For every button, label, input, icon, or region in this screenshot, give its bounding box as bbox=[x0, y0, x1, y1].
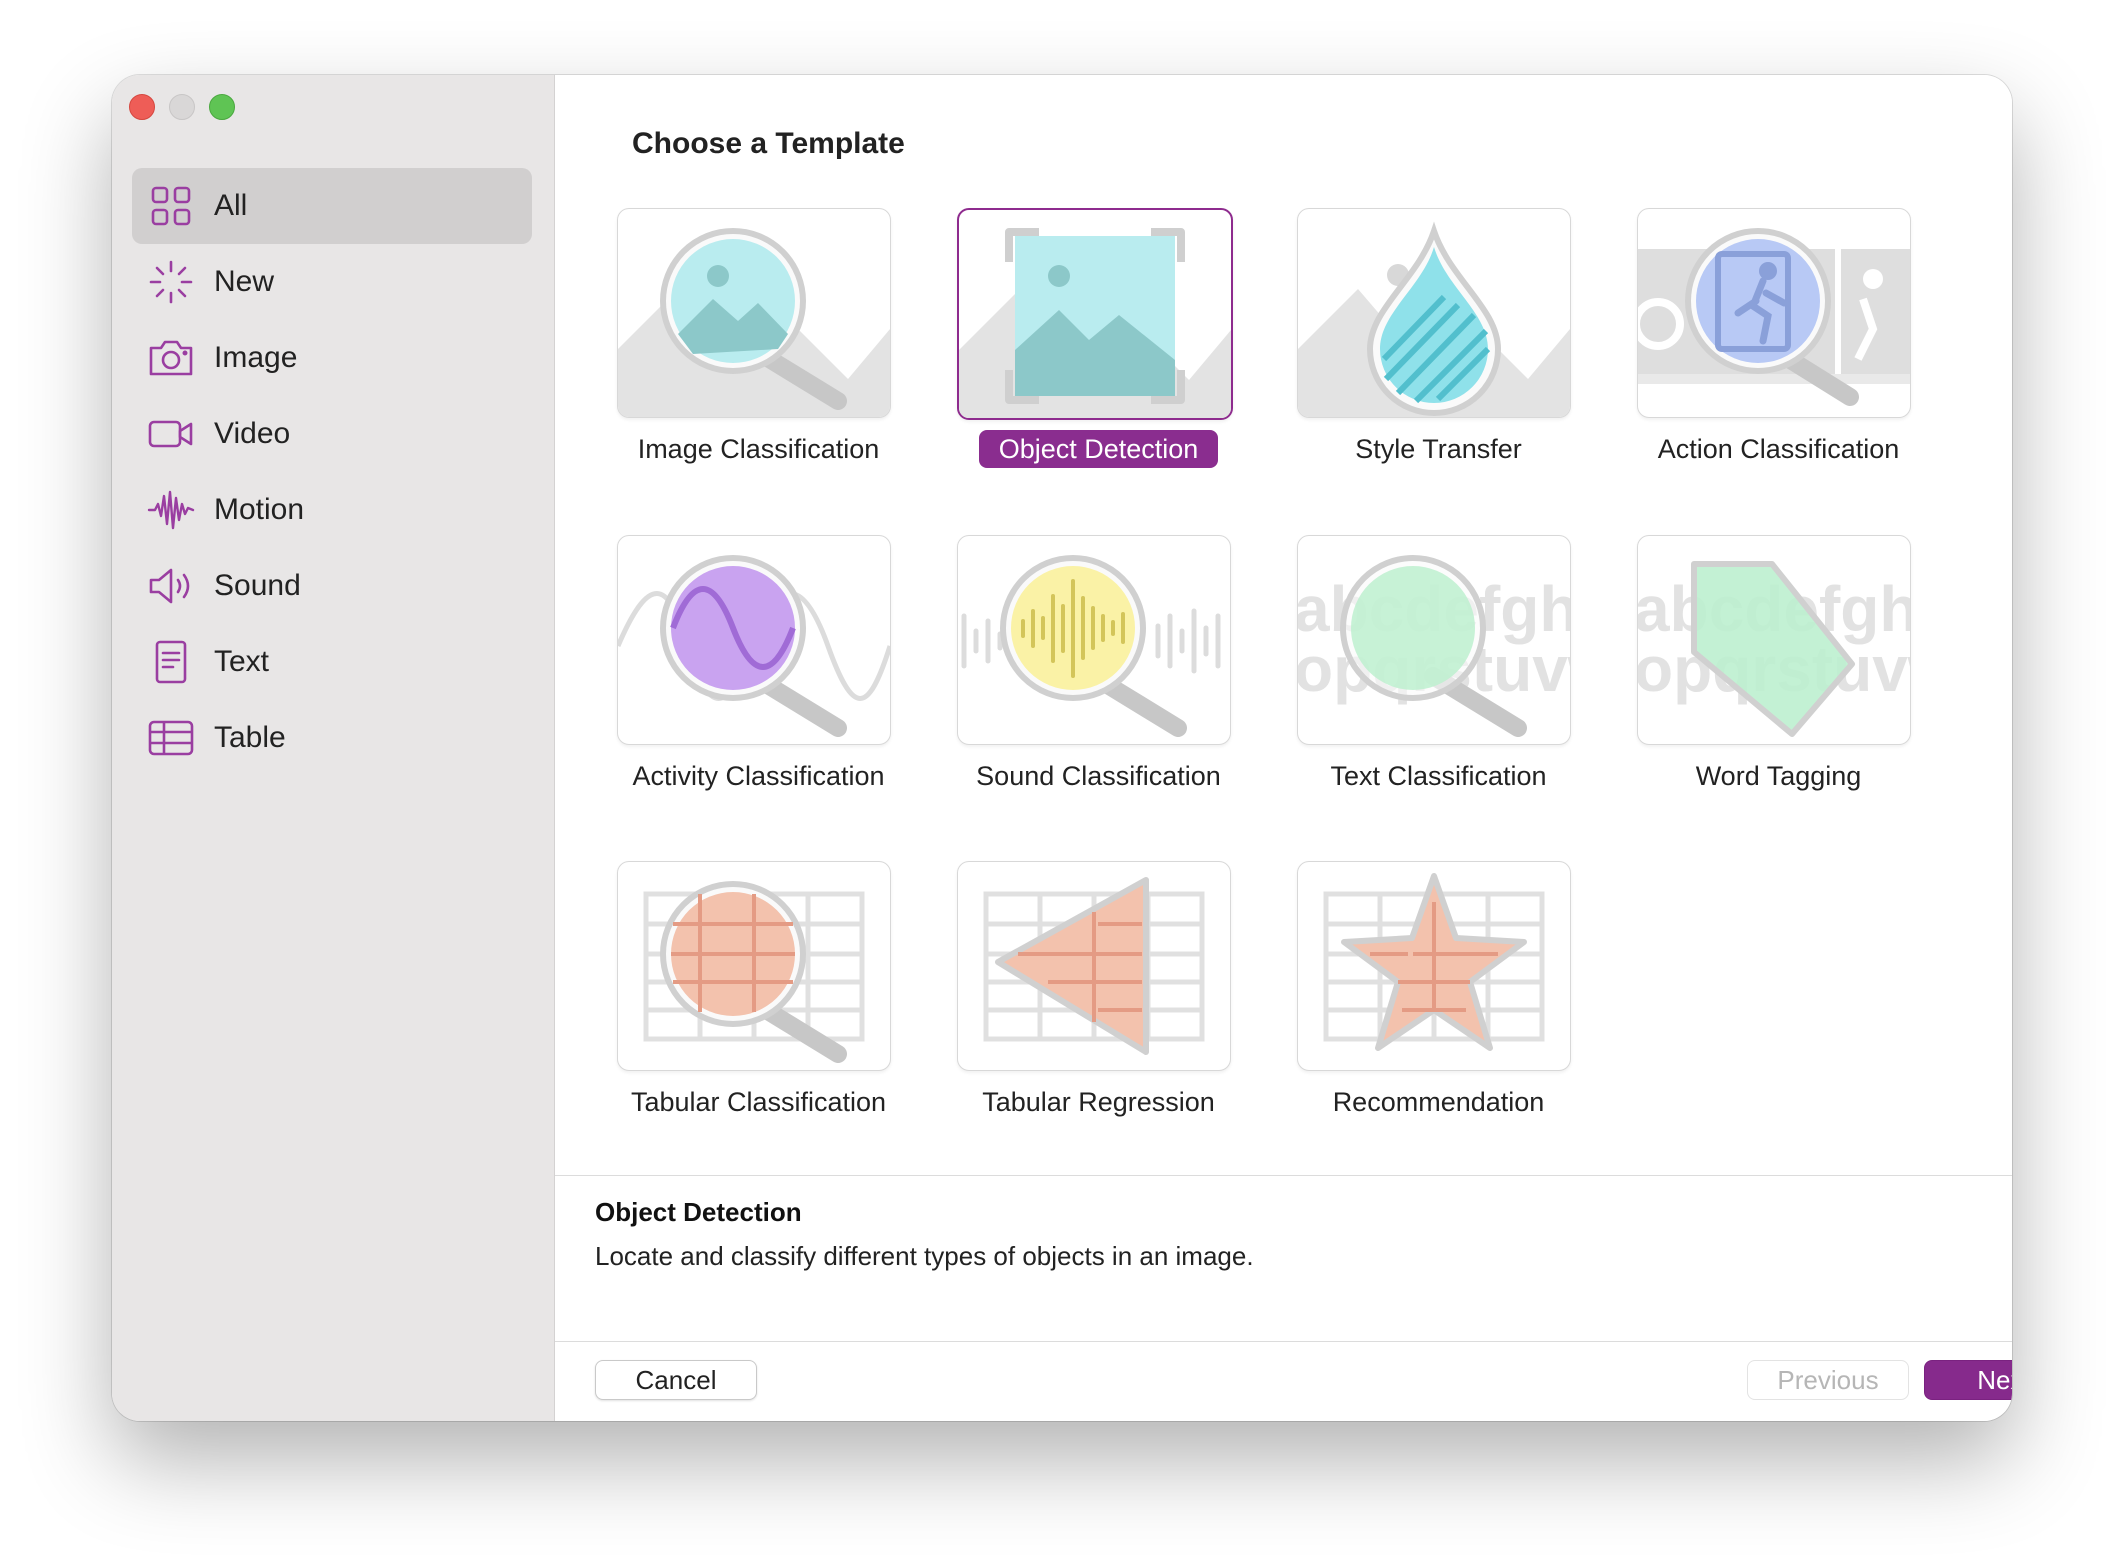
description-text: Locate and classify different types of o… bbox=[595, 1241, 1254, 1271]
template-label: Action Classification bbox=[1657, 434, 1900, 464]
template-label: Tabular Classification bbox=[630, 1087, 887, 1117]
sidebar: All New Image Video Motion Sound Text Ta… bbox=[112, 75, 555, 1421]
template-label: Tabular Regression bbox=[982, 1087, 1215, 1117]
sidebar-item-new[interactable]: New bbox=[132, 244, 532, 320]
template-label: Word Tagging bbox=[1695, 761, 1862, 791]
sidebar-item-motion[interactable]: Motion bbox=[132, 472, 532, 548]
previous-button[interactable]: Previous bbox=[1747, 1360, 1909, 1400]
sidebar-item-label: All bbox=[214, 189, 248, 222]
cancel-button[interactable]: Cancel bbox=[595, 1360, 757, 1400]
sidebar-item-label: Table bbox=[214, 721, 286, 754]
text-magnifier-icon: abcdefghi opqrstuvw bbox=[1298, 555, 1570, 737]
sidebar-item-all[interactable]: All bbox=[132, 168, 532, 244]
template-label: Object Detection bbox=[978, 430, 1219, 468]
video-camera-icon bbox=[146, 409, 196, 459]
sidebar-item-video[interactable]: Video bbox=[132, 396, 532, 472]
sparkle-icon bbox=[146, 257, 196, 307]
template-label: Style Transfer bbox=[1355, 434, 1522, 464]
template-activity-classification[interactable]: Activity Classification bbox=[555, 535, 900, 835]
template-tabular-regression[interactable]: Tabular Regression bbox=[895, 861, 1240, 1161]
description-title: Object Detection bbox=[595, 1197, 802, 1227]
template-object-detection[interactable]: Object Detection bbox=[895, 208, 1240, 508]
table-icon bbox=[146, 713, 196, 763]
table-triangle-icon bbox=[983, 877, 1205, 1055]
next-button[interactable]: Next bbox=[1924, 1360, 2012, 1400]
running-figure-magnifier-icon bbox=[1638, 228, 1910, 406]
template-word-tagging[interactable]: abcdefghi opqrstuvw Word Tagging bbox=[1575, 535, 1920, 835]
template-tabular-classification[interactable]: Tabular Classification bbox=[555, 861, 900, 1161]
template-action-classification[interactable]: Action Classification bbox=[1575, 208, 1920, 508]
main-panel: Choose a Template Image Classification O… bbox=[555, 75, 2012, 1421]
page-title: Choose a Template bbox=[632, 127, 905, 160]
sidebar-item-text[interactable]: Text bbox=[132, 624, 532, 700]
sidebar-item-label: Sound bbox=[214, 569, 301, 602]
sidebar-item-image[interactable]: Image bbox=[132, 320, 532, 396]
template-sound-classification[interactable]: Sound Classification bbox=[895, 535, 1240, 835]
template-recommendation[interactable]: Recommendation bbox=[1235, 861, 1580, 1161]
grid-icon bbox=[146, 181, 196, 231]
template-label: Recommendation bbox=[1332, 1087, 1545, 1117]
table-magnifier-icon bbox=[643, 881, 865, 1063]
camera-icon bbox=[146, 333, 196, 383]
sidebar-item-label: New bbox=[214, 265, 275, 298]
template-chooser-window: All New Image Video Motion Sound Text Ta… bbox=[112, 75, 2012, 1421]
waveform-icon bbox=[146, 485, 196, 535]
sidebar-item-label: Text bbox=[214, 645, 270, 678]
image-bracket-icon bbox=[959, 228, 1231, 418]
sidebar-item-sound[interactable]: Sound bbox=[132, 548, 532, 624]
document-icon bbox=[146, 637, 196, 687]
template-image-classification[interactable]: Image Classification bbox=[555, 208, 900, 508]
audio-magnifier-icon bbox=[961, 555, 1221, 737]
template-label: Sound Classification bbox=[976, 761, 1221, 791]
speaker-icon bbox=[146, 561, 196, 611]
sidebar-item-label: Video bbox=[214, 417, 291, 450]
zoom-window-button[interactable] bbox=[209, 94, 235, 120]
sine-wave-magnifier-icon bbox=[618, 555, 890, 737]
template-label: Activity Classification bbox=[632, 761, 885, 791]
image-magnifier-icon bbox=[618, 228, 890, 417]
table-star-icon bbox=[1323, 873, 1545, 1051]
divider bbox=[555, 1175, 2012, 1176]
template-label: Image Classification bbox=[637, 434, 880, 464]
divider bbox=[555, 1341, 2012, 1342]
sidebar-item-table[interactable]: Table bbox=[132, 700, 532, 776]
close-window-button[interactable] bbox=[129, 94, 155, 120]
minimize-window-button[interactable] bbox=[169, 94, 195, 120]
template-style-transfer[interactable]: Style Transfer bbox=[1235, 208, 1580, 508]
template-label: Text Classification bbox=[1330, 761, 1547, 791]
droplet-icon bbox=[1298, 221, 1570, 417]
tag-icon: abcdefghi opqrstuvw bbox=[1638, 561, 1910, 737]
sidebar-item-label: Motion bbox=[214, 493, 305, 526]
sidebar-item-label: Image bbox=[214, 341, 298, 374]
template-text-classification[interactable]: abcdefghi opqrstuvw Text Classification bbox=[1235, 535, 1580, 835]
